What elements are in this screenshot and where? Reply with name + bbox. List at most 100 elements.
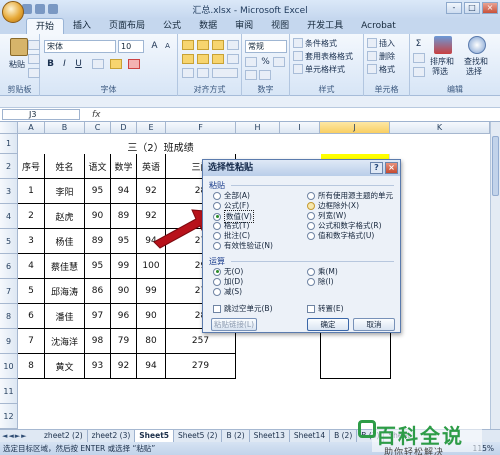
row-header-4[interactable]: 4 bbox=[0, 204, 18, 229]
column-header-d[interactable]: D bbox=[111, 122, 137, 134]
table-cell[interactable]: 89 bbox=[111, 204, 137, 229]
row-header-7[interactable]: 7 bbox=[0, 279, 18, 304]
office-button[interactable] bbox=[2, 1, 24, 23]
insert-cells-icon[interactable] bbox=[367, 38, 377, 48]
select-all-corner[interactable] bbox=[0, 122, 18, 134]
row-header-10[interactable]: 10 bbox=[0, 354, 18, 379]
ok-button[interactable]: 确定 bbox=[307, 318, 349, 331]
table-cell[interactable]: 90 bbox=[111, 279, 137, 304]
table-cell[interactable]: 79 bbox=[111, 329, 137, 354]
sheet-tab[interactable]: B (2) bbox=[222, 430, 250, 442]
align-right-icon[interactable] bbox=[212, 54, 224, 64]
row-header-9[interactable]: 9 bbox=[0, 329, 18, 354]
number-format-select[interactable]: 常规 bbox=[245, 40, 287, 53]
table-cell[interactable]: 8 bbox=[18, 354, 45, 379]
table-format-icon[interactable] bbox=[293, 51, 303, 61]
tab-view[interactable]: 视图 bbox=[262, 18, 298, 34]
wrap-text-icon[interactable] bbox=[227, 54, 239, 64]
cell-style-icon[interactable] bbox=[293, 64, 303, 74]
paste-icon[interactable] bbox=[10, 38, 28, 56]
table-header-cell[interactable]: 数学 bbox=[111, 154, 137, 179]
table-cell[interactable]: 7 bbox=[18, 329, 45, 354]
table-cell[interactable]: 2 bbox=[18, 204, 45, 229]
paste-option-left-5-radio[interactable] bbox=[213, 241, 221, 250]
table-cell[interactable]: 80 bbox=[137, 329, 166, 354]
sheet-tab[interactable]: Sheet5 bbox=[135, 430, 174, 442]
table-header-cell[interactable]: 英语 bbox=[137, 154, 166, 179]
table-cell[interactable]: 潘佳 bbox=[45, 304, 85, 329]
conditional-format-icon[interactable] bbox=[293, 38, 303, 48]
align-center-icon[interactable] bbox=[197, 54, 209, 64]
decrease-indent-icon[interactable] bbox=[182, 68, 194, 78]
italic-button[interactable]: I bbox=[58, 58, 71, 71]
column-header-j[interactable]: J bbox=[320, 122, 390, 134]
table-cell[interactable]: 李阳 bbox=[45, 179, 85, 204]
clear-icon[interactable] bbox=[413, 67, 425, 77]
sheet-tab[interactable]: Sheet5 (2) bbox=[174, 430, 223, 442]
transpose-checkbox[interactable]: 转置(E) bbox=[307, 303, 344, 314]
paste-option-left-1-radio[interactable] bbox=[213, 201, 221, 210]
maximize-button[interactable]: □ bbox=[464, 2, 480, 14]
table-cell[interactable]: 邱海涛 bbox=[45, 279, 85, 304]
percent-button[interactable]: % bbox=[259, 56, 272, 69]
delete-cells-button[interactable]: 删除 bbox=[379, 51, 395, 62]
close-button[interactable]: × bbox=[482, 2, 498, 14]
sheet-title[interactable]: 三（2）班成绩 bbox=[85, 139, 236, 154]
table-cell[interactable]: 90 bbox=[85, 204, 111, 229]
table-cell[interactable]: 86 bbox=[85, 279, 111, 304]
operation-left-2[interactable]: 减(S) bbox=[213, 286, 242, 297]
operation-left-0-radio[interactable] bbox=[213, 267, 221, 276]
transpose-box[interactable] bbox=[307, 304, 315, 313]
tab-developer[interactable]: 开发工具 bbox=[298, 18, 352, 34]
orientation-icon[interactable] bbox=[227, 40, 239, 50]
row-header-5[interactable]: 5 bbox=[0, 229, 18, 254]
table-cell[interactable]: 97 bbox=[85, 304, 111, 329]
bold-button[interactable]: B bbox=[44, 58, 57, 71]
table-cell[interactable]: 99 bbox=[111, 254, 137, 279]
format-painter-icon[interactable] bbox=[28, 68, 40, 78]
table-cell[interactable]: 94 bbox=[111, 179, 137, 204]
operation-left-1-radio[interactable] bbox=[213, 277, 221, 286]
column-header-a[interactable]: A bbox=[18, 122, 45, 134]
tab-data[interactable]: 数据 bbox=[190, 18, 226, 34]
insert-cells-button[interactable]: 插入 bbox=[379, 38, 395, 49]
paste-option-right-1-radio[interactable] bbox=[307, 201, 315, 210]
row-header-12[interactable]: 12 bbox=[0, 404, 18, 429]
paste-option-left-0-radio[interactable] bbox=[213, 191, 221, 200]
table-cell[interactable]: 6 bbox=[18, 304, 45, 329]
table-cell[interactable]: 98 bbox=[85, 329, 111, 354]
border-icon[interactable] bbox=[92, 59, 104, 69]
table-cell[interactable]: 黄文 bbox=[45, 354, 85, 379]
operation-right-1-radio[interactable] bbox=[307, 277, 315, 286]
operation-right-0-radio[interactable] bbox=[307, 267, 315, 276]
paste-option-right-4[interactable]: 值和数字格式(U) bbox=[307, 230, 374, 241]
merge-center-icon[interactable] bbox=[212, 68, 238, 78]
sheet-tab[interactable]: Sheet13 bbox=[250, 430, 290, 442]
table-cell[interactable]: 99 bbox=[137, 279, 166, 304]
table-header-cell[interactable]: 姓名 bbox=[45, 154, 85, 179]
filter-label[interactable]: 筛选 bbox=[432, 66, 448, 77]
column-header-f[interactable]: F bbox=[166, 122, 236, 134]
tab-home[interactable]: 开始 bbox=[26, 18, 65, 34]
select-label[interactable]: 选择 bbox=[466, 66, 482, 77]
sheet-tab[interactable]: zheet2 (3) bbox=[88, 430, 136, 442]
column-header-h[interactable]: H bbox=[236, 122, 280, 134]
tab-insert[interactable]: 插入 bbox=[64, 18, 100, 34]
table-cell[interactable]: 95 bbox=[85, 179, 111, 204]
table-cell[interactable]: 5 bbox=[18, 279, 45, 304]
cancel-button[interactable]: 取消 bbox=[353, 318, 395, 331]
table-cell[interactable]: 4 bbox=[18, 254, 45, 279]
table-cell[interactable]: 90 bbox=[137, 304, 166, 329]
increase-font-icon[interactable]: A bbox=[148, 40, 161, 53]
autosum-icon[interactable]: Σ bbox=[412, 38, 425, 51]
decrease-decimal-icon[interactable] bbox=[259, 70, 271, 80]
column-header-k[interactable]: K bbox=[390, 122, 490, 134]
name-box[interactable]: J3 bbox=[2, 109, 80, 120]
align-top-icon[interactable] bbox=[182, 40, 194, 50]
fill-icon[interactable] bbox=[413, 53, 425, 63]
copy-icon[interactable] bbox=[28, 54, 40, 64]
cut-icon[interactable] bbox=[28, 40, 40, 50]
paste-option-left-4-radio[interactable] bbox=[213, 231, 221, 240]
dialog-help-button[interactable]: ? bbox=[370, 162, 383, 174]
table-cell[interactable]: 100 bbox=[137, 254, 166, 279]
